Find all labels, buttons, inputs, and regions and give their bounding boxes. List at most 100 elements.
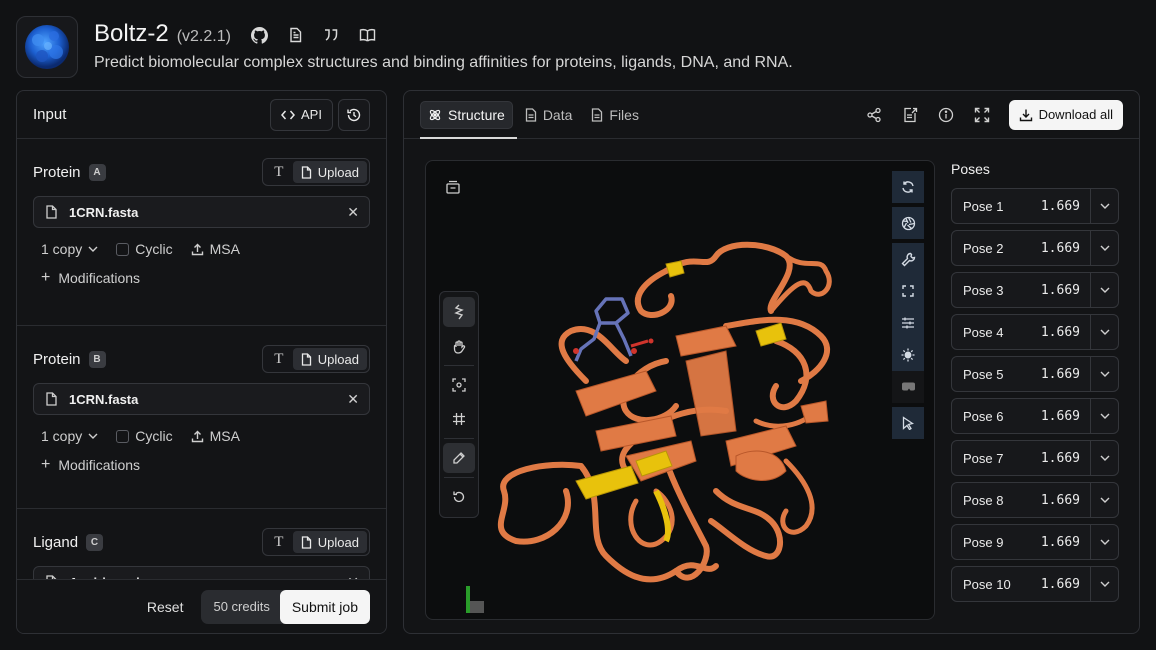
file-row[interactable]: 1CRN.fasta ✕ [33, 196, 370, 228]
poses-title: Poses [951, 161, 990, 177]
pose-expand-button[interactable] [1090, 273, 1118, 307]
pose-item[interactable]: Pose 8 1.669 [951, 482, 1119, 518]
msa-upload[interactable]: MSA [191, 241, 240, 257]
chevron-down-icon [88, 246, 98, 252]
input-mode-toggle: T Upload [261, 345, 370, 373]
pose-item[interactable]: Pose 9 1.669 [951, 524, 1119, 560]
document-icon[interactable] [286, 26, 304, 44]
pose-item[interactable]: Pose 7 1.669 [951, 440, 1119, 476]
file-row[interactable]: 1CRN.fasta ✕ [33, 383, 370, 415]
pose-score: 1.669 [1040, 450, 1080, 466]
api-button[interactable]: API [270, 98, 333, 131]
pose-expand-button[interactable] [1090, 399, 1118, 433]
expand-tool[interactable] [892, 275, 924, 307]
copies-dropdown[interactable]: 1 copy [41, 428, 98, 444]
upload-button[interactable]: Upload [292, 161, 367, 183]
pose-item[interactable]: Pose 4 1.669 [951, 314, 1119, 350]
rotate-hand-tool[interactable] [440, 329, 478, 363]
grid-tool[interactable] [440, 402, 478, 436]
pose-label: Pose 7 [963, 450, 1004, 466]
pose-item[interactable]: Pose 5 1.669 [951, 356, 1119, 392]
upload-label: Upload [317, 164, 359, 180]
info-icon[interactable] [937, 106, 955, 124]
reset-view-tool[interactable] [440, 480, 478, 514]
tab-structure[interactable]: Structure [420, 100, 513, 129]
reset-icon [453, 491, 465, 503]
settings-tool[interactable] [892, 243, 924, 275]
atom-icon [429, 109, 441, 120]
camera-snapshot-icon[interactable] [445, 179, 461, 195]
fullscreen-icon[interactable] [973, 106, 991, 124]
github-icon[interactable] [250, 26, 268, 44]
share-icon[interactable] [865, 106, 883, 124]
pose-expand-button[interactable] [1090, 483, 1118, 517]
modifications-button[interactable]: + Modifications [33, 452, 370, 478]
remove-file-icon[interactable]: ✕ [347, 204, 359, 221]
pose-expand-button[interactable] [1090, 189, 1118, 223]
text-mode-icon[interactable]: T [265, 164, 293, 181]
cartoon-mode-tool[interactable] [440, 295, 478, 329]
pose-item[interactable]: Pose 6 1.669 [951, 398, 1119, 434]
app-name: Boltz-2 [94, 20, 169, 47]
submit-job-button[interactable]: Submit job [279, 589, 370, 624]
pose-expand-button[interactable] [1090, 357, 1118, 391]
lighting-tool[interactable] [892, 339, 924, 371]
pose-score: 1.669 [1040, 576, 1080, 592]
text-mode-icon[interactable]: T [265, 351, 293, 368]
measure-tool[interactable] [440, 441, 478, 475]
text-mode-icon[interactable]: T [265, 534, 293, 551]
tab-data[interactable]: Data [518, 101, 580, 129]
pose-label: Pose 3 [963, 282, 1004, 298]
hash-icon [453, 413, 465, 425]
adjust-tool[interactable] [892, 307, 924, 339]
spin-tool[interactable] [892, 171, 924, 203]
book-icon[interactable] [358, 26, 376, 44]
copies-label: 1 copy [41, 241, 83, 257]
tab-files[interactable]: Files [584, 101, 646, 129]
vr-tool[interactable] [892, 371, 924, 403]
section-label: Protein [33, 350, 81, 368]
remove-file-icon[interactable]: ✕ [347, 391, 359, 408]
protein-section-b: Protein B T Upload 1CRN.fasta ✕ 1 copy C… [17, 343, 386, 509]
cyclic-checkbox[interactable]: Cyclic [116, 428, 173, 444]
pose-score: 1.669 [1040, 198, 1080, 214]
pose-expand-button[interactable] [1090, 231, 1118, 265]
upload-button[interactable]: Upload [292, 531, 367, 553]
copies-dropdown[interactable]: 1 copy [41, 241, 98, 257]
reset-button[interactable]: Reset [147, 599, 184, 615]
pose-expand-button[interactable] [1090, 567, 1118, 601]
pose-item[interactable]: Pose 3 1.669 [951, 272, 1119, 308]
msa-upload[interactable]: MSA [191, 428, 240, 444]
upload-button[interactable]: Upload [292, 348, 367, 370]
focus-tool[interactable] [440, 368, 478, 402]
input-panel-title: Input [33, 106, 67, 123]
pose-expand-button[interactable] [1090, 441, 1118, 475]
chevron-down-icon [1100, 581, 1109, 587]
pose-item[interactable]: Pose 2 1.669 [951, 230, 1119, 266]
quote-icon[interactable] [322, 26, 340, 44]
cyclic-label: Cyclic [135, 428, 173, 444]
file-name: 1CRN.fasta [69, 204, 139, 220]
export-icon[interactable] [901, 106, 919, 124]
checkbox-box[interactable] [116, 242, 130, 256]
api-button-label: API [301, 107, 322, 122]
chevron-down-icon [88, 433, 98, 439]
viewer-left-toolbar [439, 291, 479, 518]
download-all-button[interactable]: Download all [1008, 99, 1123, 130]
structure-viewer[interactable] [425, 160, 935, 620]
cyclic-checkbox[interactable]: Cyclic [116, 241, 173, 257]
file-icon [301, 535, 311, 549]
checkbox-box[interactable] [116, 429, 130, 443]
modifications-button[interactable]: + Modifications [33, 265, 370, 291]
input-mode-toggle: T Upload [261, 158, 370, 186]
cyclic-label: Cyclic [135, 241, 173, 257]
input-panel-footer: Reset 50 credits Submit job [17, 579, 386, 633]
camera-tool[interactable] [892, 207, 924, 239]
pose-item[interactable]: Pose 10 1.669 [951, 566, 1119, 602]
select-tool[interactable] [892, 407, 924, 439]
pose-item[interactable]: Pose 1 1.669 [951, 188, 1119, 224]
history-button[interactable] [338, 98, 370, 131]
input-mode-toggle: T Upload [261, 528, 370, 556]
pose-expand-button[interactable] [1090, 315, 1118, 349]
pose-expand-button[interactable] [1090, 525, 1118, 559]
